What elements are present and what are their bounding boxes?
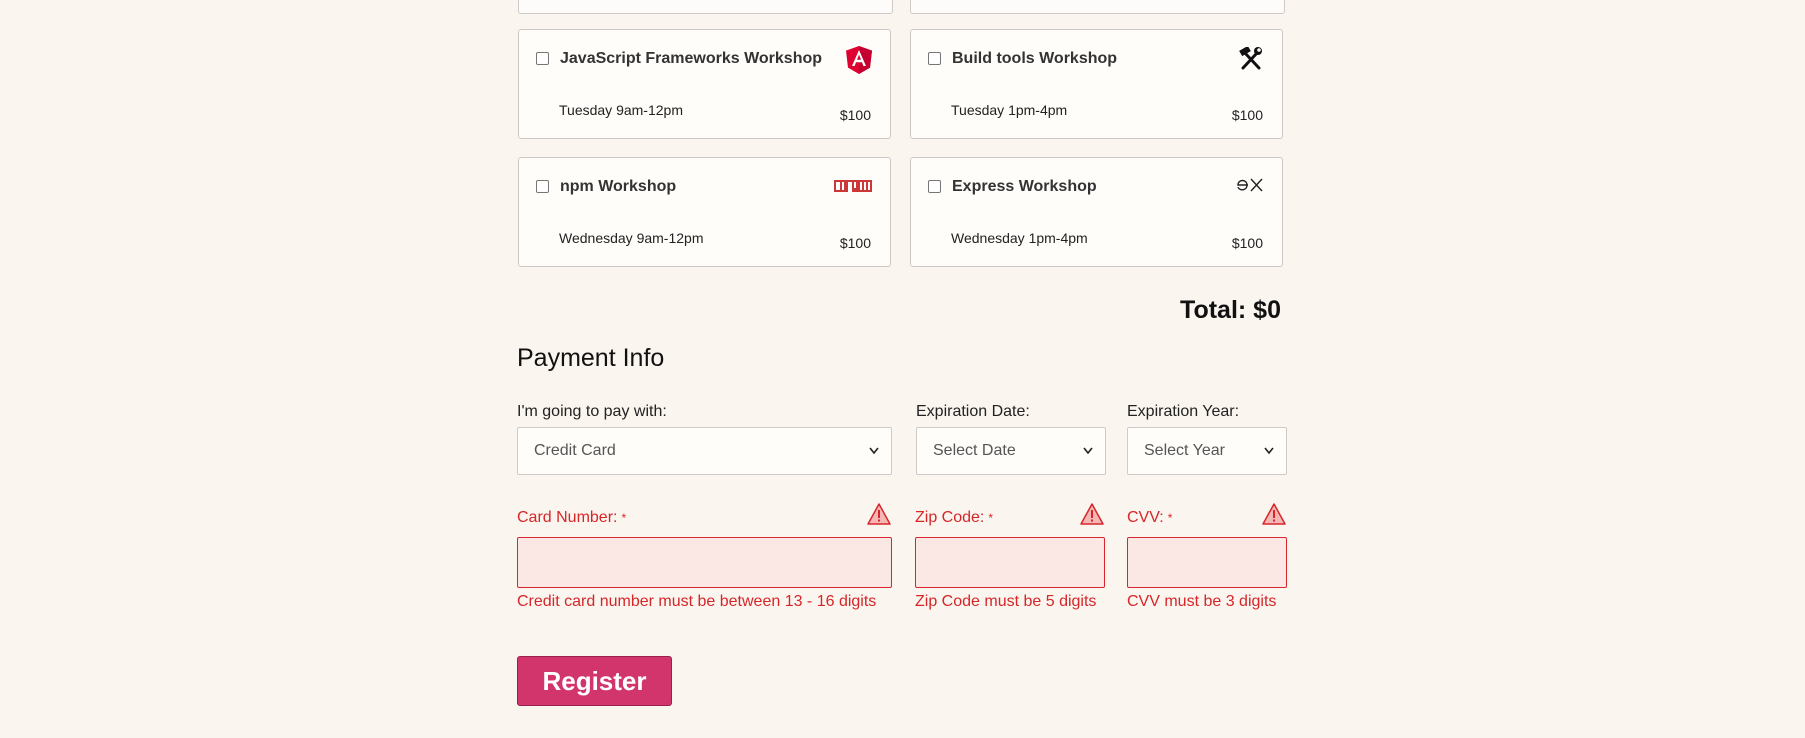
workshop-name: Build tools Workshop — [952, 50, 1118, 67]
payment-info-heading: Payment Info — [517, 344, 665, 372]
workshop-checkbox[interactable] — [536, 52, 549, 65]
workshop-time: Wednesday 1pm-4pm — [951, 230, 1088, 246]
workshop-time: Wednesday 9am-12pm — [559, 230, 704, 246]
cvv-input[interactable] — [1127, 537, 1287, 588]
card-number-label: Card Number: * — [517, 509, 626, 527]
card-number-input[interactable] — [517, 537, 892, 588]
card-number-error: Credit card number must be between 13 - … — [517, 593, 877, 610]
expiration-date-value: Select Date — [933, 442, 1016, 459]
cvv-error: CVV must be 3 digits — [1127, 593, 1277, 610]
workshop-cost: $100 — [1231, 107, 1263, 123]
workshop-time: Tuesday 9am-12pm — [559, 102, 683, 118]
workshop-card-javascript-frameworks[interactable]: JavaScript Frameworks Workshop Tuesday 9… — [518, 29, 891, 139]
zip-code-error: Zip Code must be 5 digits — [915, 593, 1097, 610]
zip-code-label: Zip Code: * — [915, 509, 993, 527]
hammer-wrench-icon — [1238, 45, 1264, 76]
chevron-down-icon — [869, 428, 879, 493]
cvv-label-text: CVV: — [1127, 509, 1164, 526]
workshop-time: Tuesday 1pm-4pm — [951, 102, 1068, 118]
workshop-cost: $100 — [839, 235, 871, 251]
chevron-down-icon — [1083, 428, 1093, 493]
register-button[interactable]: Register — [517, 656, 672, 706]
zip-code-label-text: Zip Code: — [915, 509, 985, 526]
workshop-name: npm Workshop — [560, 178, 677, 195]
expiration-date-label: Expiration Date: — [916, 403, 1030, 420]
expiration-year-select[interactable]: Select Year — [1127, 427, 1287, 475]
workshop-checkbox[interactable] — [536, 180, 549, 193]
required-mark: * — [621, 511, 627, 525]
cvv-label: CVV: * — [1127, 509, 1172, 527]
card-number-label-text: Card Number: — [517, 509, 618, 526]
npm-icon — [834, 180, 872, 200]
angular-icon — [846, 46, 872, 79]
payment-method-label: I'm going to pay with: — [517, 403, 667, 420]
warning-icon — [1262, 503, 1286, 530]
warning-icon — [1080, 503, 1104, 530]
payment-method-value: Credit Card — [534, 442, 616, 459]
required-mark: * — [988, 511, 994, 525]
required-mark: * — [1167, 511, 1173, 525]
workshop-name: Express Workshop — [952, 178, 1097, 195]
expiration-year-value: Select Year — [1144, 442, 1225, 459]
workshop-card-partial — [910, 0, 1285, 14]
workshop-name: JavaScript Frameworks Workshop — [560, 50, 823, 67]
workshop-checkbox[interactable] — [928, 180, 941, 193]
workshop-card-partial — [518, 0, 893, 14]
zip-code-input[interactable] — [915, 537, 1105, 588]
chevron-down-icon — [1264, 428, 1274, 493]
workshop-card-build-tools[interactable]: Build tools Workshop Tuesday 1pm-4pm $10… — [910, 29, 1283, 139]
workshop-cost: $100 — [1231, 235, 1263, 251]
express-icon — [1236, 174, 1264, 199]
expiration-date-select[interactable]: Select Date — [916, 427, 1106, 475]
workshop-cost: $100 — [839, 107, 871, 123]
workshop-card-npm[interactable]: npm Workshop Wednesday 9am-12pm $100 — [518, 157, 891, 267]
workshop-checkbox[interactable] — [928, 52, 941, 65]
expiration-year-label: Expiration Year: — [1127, 403, 1240, 420]
workshop-card-express[interactable]: Express Workshop Wednesday 1pm-4pm $100 — [910, 157, 1283, 267]
payment-method-select[interactable]: Credit Card — [517, 427, 892, 475]
total-cost: Total: $0 — [1180, 296, 1281, 324]
warning-icon — [867, 503, 891, 530]
